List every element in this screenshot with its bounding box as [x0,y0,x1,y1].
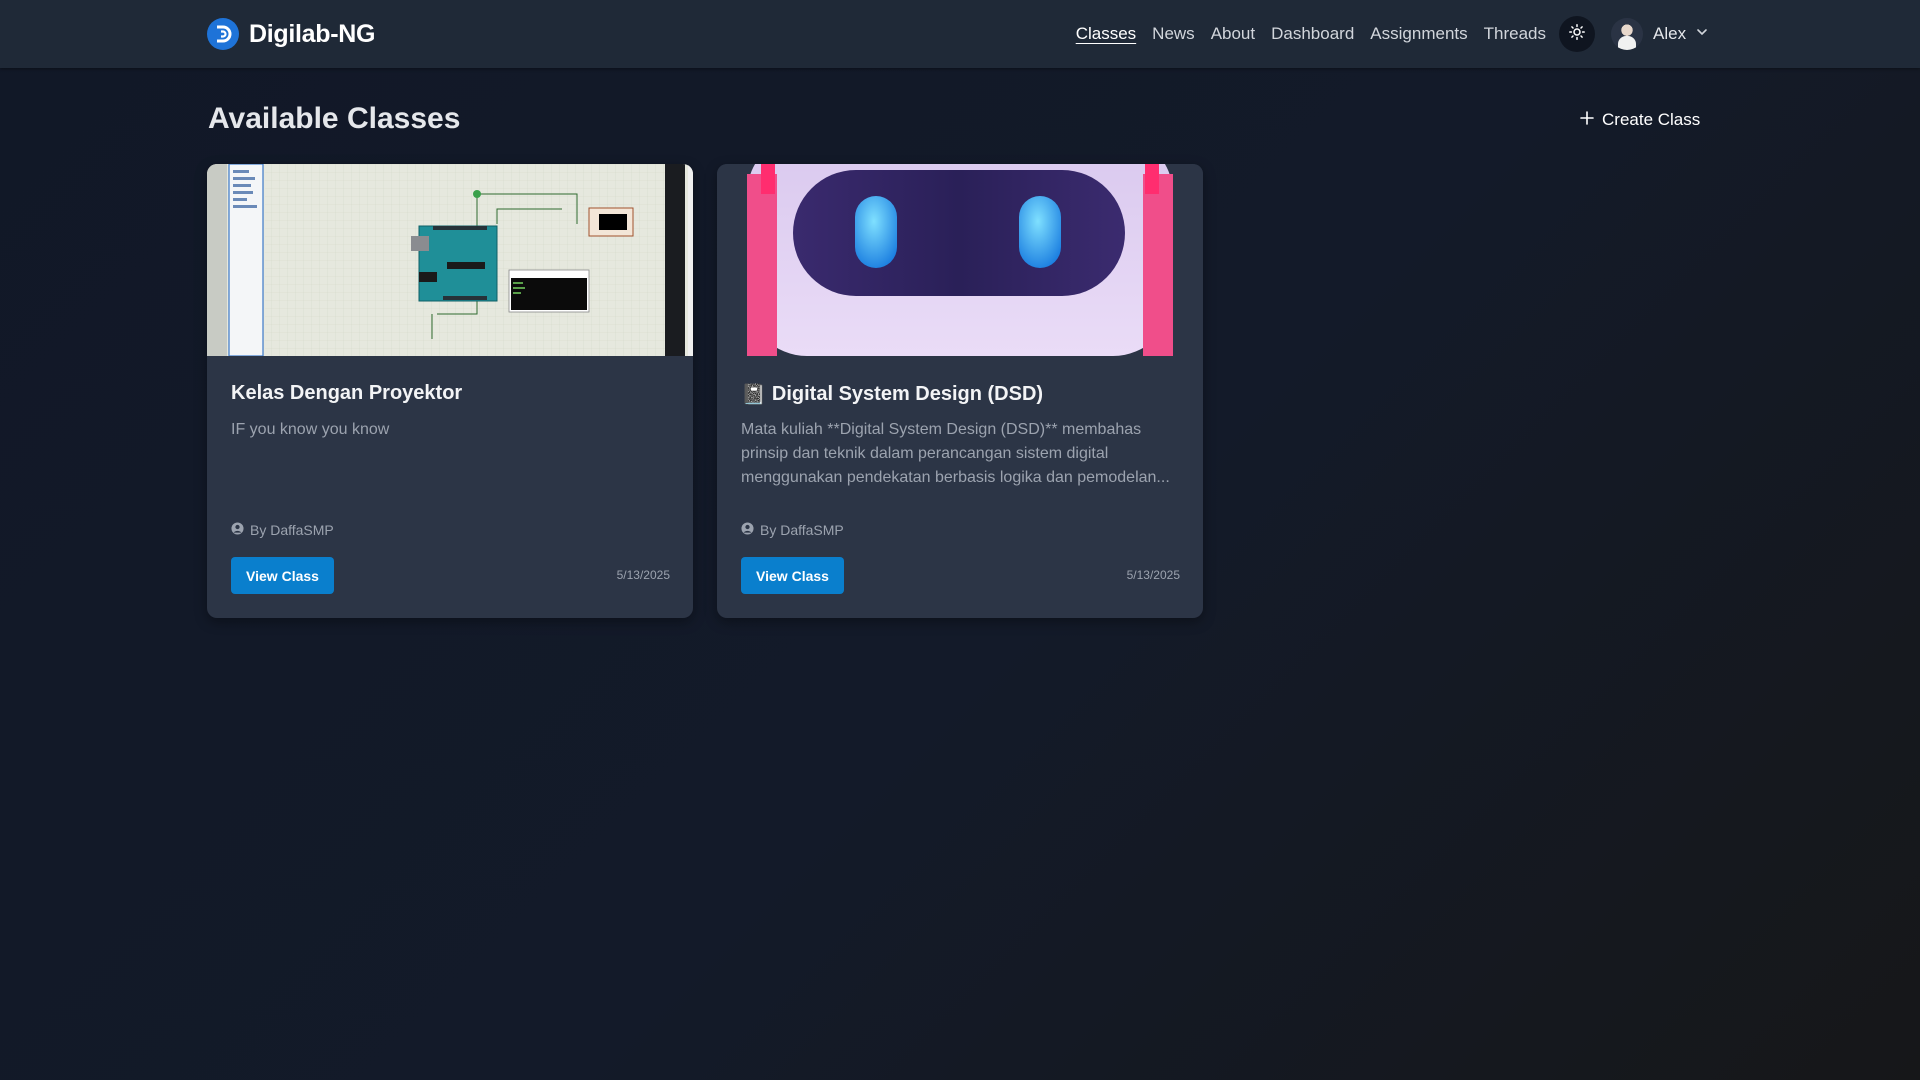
nav-link-about[interactable]: About [1211,24,1255,44]
logo-icon [207,18,239,50]
create-class-button[interactable]: Create Class [1580,108,1700,132]
main-nav: Classes News About Dashboard Assignments… [1076,20,1546,48]
view-class-button[interactable]: View Class [741,557,844,594]
view-class-button[interactable]: View Class [231,557,334,594]
nav-link-threads[interactable]: Threads [1484,24,1546,44]
top-navbar: Digilab-NG Classes News About Dashboard … [0,0,1920,68]
user-name: Alex [1653,24,1687,43]
class-title-text: Digital System Design (DSD) [771,383,1044,405]
nav-link-assignments[interactable]: Assignments [1370,24,1467,44]
user-menu[interactable]: Alex [1611,16,1708,52]
class-author: By DaffaSMP [741,522,844,538]
class-title-text: Kelas Dengan Proyektor [231,382,463,404]
class-date: 5/13/2025 [1126,568,1180,582]
create-class-label: Create Class [1602,110,1701,129]
class-title: 📓 Digital System Design (DSD) [741,382,1043,407]
notebook-icon: 📓 [741,384,766,406]
class-date: 5/13/2025 [616,568,670,582]
plus-icon [1580,110,1594,130]
chevron-down-icon [1696,25,1708,43]
class-thumbnail [207,164,693,356]
class-description: IF you know you know [231,421,390,438]
nav-link-dashboard[interactable]: Dashboard [1271,24,1354,44]
class-title: Kelas Dengan Proyektor [231,382,462,405]
avatar [1611,18,1643,50]
nav-link-news[interactable]: News [1152,24,1195,44]
page-title: Available Classes [208,102,461,135]
sun-icon [1569,23,1585,45]
class-author: By DaffaSMP [231,522,334,538]
class-card: Kelas Dengan Proyektor IF you know you k… [207,164,693,618]
class-card: 📓 Digital System Design (DSD) Mata kulia… [717,164,1203,618]
class-description: Mata kuliah **Digital System Design (DSD… [741,421,1170,486]
author-name: By DaffaSMP [250,522,334,538]
brand-name: Digilab-NG [249,19,376,48]
brand-logo[interactable]: Digilab-NG [207,16,375,52]
user-circle-icon [741,522,754,538]
user-circle-icon [231,522,244,538]
class-thumbnail [717,164,1203,356]
nav-link-classes[interactable]: Classes [1076,24,1136,44]
theme-toggle-button[interactable] [1559,16,1595,52]
author-name: By DaffaSMP [760,522,844,538]
